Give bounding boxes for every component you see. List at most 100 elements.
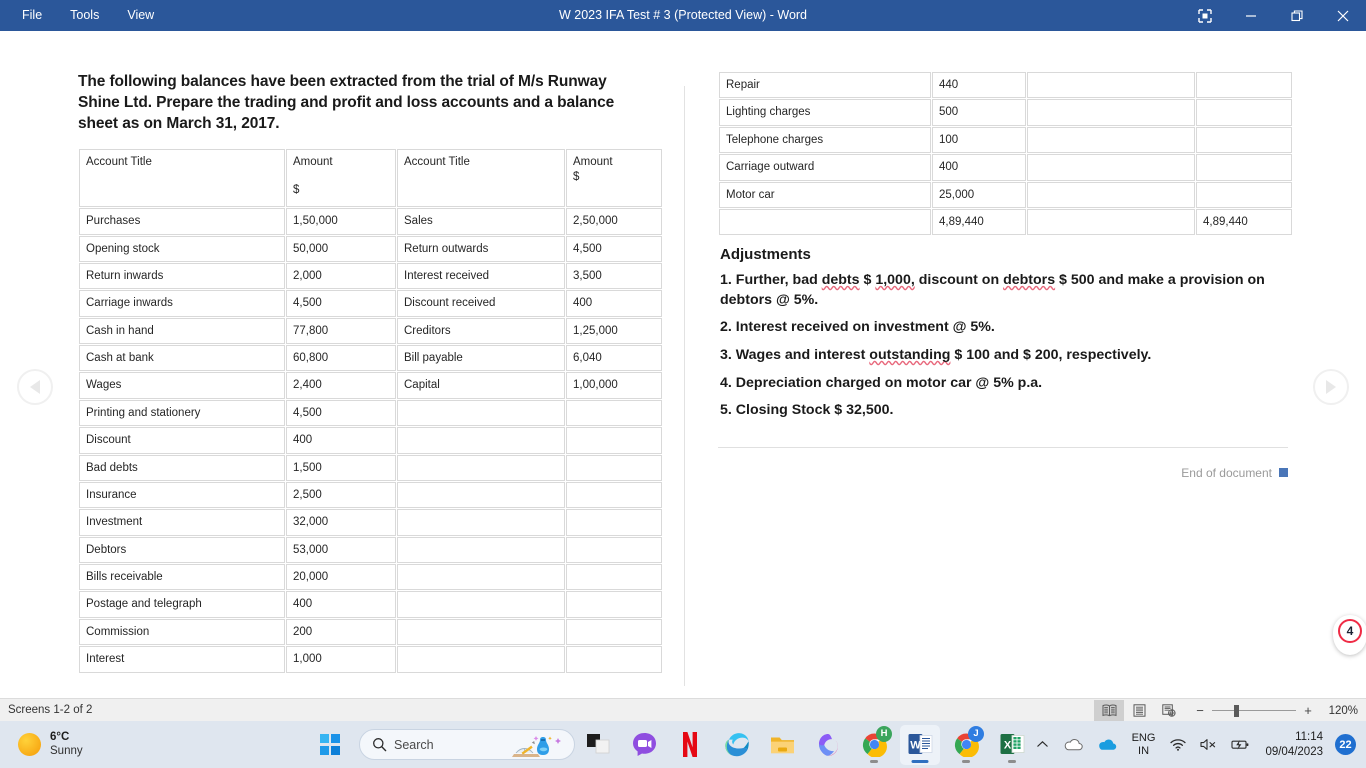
search-input-placeholder[interactable]: Search — [394, 738, 434, 752]
cell-c2: 1,50,000 — [286, 208, 396, 235]
table-row: 4,89,440 4,89,440 — [719, 208, 1292, 236]
cell-c4: 4,89,440 — [1196, 208, 1292, 236]
clock-date: 09/04/2023 — [1265, 745, 1323, 758]
table-row: Carriage inwards 4,500 Discount received 40… — [79, 290, 662, 317]
table-row: Discount 400 — [79, 427, 662, 454]
notification-badge[interactable]: 22 — [1335, 734, 1356, 755]
cell-c2: 4,500 — [286, 399, 396, 427]
battery-charging-icon[interactable] — [1224, 738, 1257, 751]
cell-c1: Cash at bank — [79, 345, 285, 372]
cell-c3 — [397, 536, 565, 564]
adjustment-item: 2. Interest received on investment @ 5%. — [720, 319, 995, 336]
table-header-row: Account Title Amount $ Account Title Amo… — [79, 149, 662, 208]
file-explorer-icon[interactable] — [762, 725, 802, 765]
close-icon[interactable] — [1320, 0, 1366, 31]
zoom-control: − + — [1194, 703, 1314, 718]
powerpoint-icon[interactable] — [578, 725, 618, 765]
onedrive-work-icon[interactable] — [1090, 738, 1124, 751]
cell-c2: 100 — [932, 126, 1026, 154]
zoom-slider[interactable] — [1212, 704, 1296, 717]
chrome-profile-badge: H — [876, 725, 892, 742]
table-row: Bills receivable 20,000 — [79, 564, 662, 591]
previous-screen-button[interactable] — [17, 369, 53, 405]
chevron-left-icon — [30, 380, 40, 394]
chrome-icon[interactable]: J — [946, 725, 986, 765]
cell-c3 — [1027, 99, 1195, 126]
cell-c4: 2,50,000 — [566, 208, 662, 235]
running-indicator — [962, 759, 970, 763]
taskbar-search-box[interactable]: Search — [359, 729, 575, 760]
table-row: Carriage outward 400 — [719, 154, 1292, 181]
taskbar-clock[interactable]: 11:14 09/04/2023 — [1257, 730, 1331, 760]
cell-c1: Wages — [79, 372, 285, 399]
zoom-in-button[interactable]: + — [1302, 703, 1314, 718]
cell-c1 — [719, 208, 931, 236]
chrome-icon[interactable]: H — [854, 725, 894, 765]
cell-c3: Interest received — [397, 262, 565, 290]
cell-c2: 4,89,440 — [932, 208, 1026, 236]
taskbar-center-group: Search H W J X — [313, 721, 1035, 768]
cell-c2: 1,000 — [286, 646, 396, 673]
cell-c1: Debtors — [79, 536, 285, 564]
cell-c4 — [566, 646, 662, 673]
show-hidden-icons-button[interactable] — [1029, 740, 1056, 749]
cell-c1: Opening stock — [79, 235, 285, 262]
recorder-count-badge[interactable]: 4 — [1338, 619, 1362, 643]
view-print-layout-button[interactable] — [1124, 700, 1154, 722]
view-web-layout-button[interactable] — [1154, 700, 1184, 722]
start-button[interactable] — [313, 726, 347, 764]
menu-view[interactable]: View — [113, 0, 168, 31]
onedrive-personal-icon[interactable] — [1056, 738, 1090, 751]
document-reading-area: The following balances have been extract… — [0, 31, 1366, 698]
cell-c3 — [1027, 72, 1195, 99]
cell-c2: 2,400 — [286, 372, 396, 399]
cell-c3: Return outwards — [397, 235, 565, 262]
cell-c4 — [566, 509, 662, 536]
cell-c1: Discount — [79, 427, 285, 454]
ribbon-display-options-icon[interactable] — [1182, 0, 1228, 31]
cell-c4: 1,00,000 — [566, 372, 662, 399]
cell-c2: 20,000 — [286, 564, 396, 591]
microsoft-365-icon[interactable] — [808, 725, 848, 765]
window-title: W 2023 IFA Test # 3 (Protected View) - W… — [558, 8, 808, 22]
minimize-icon[interactable] — [1228, 0, 1274, 31]
cell-c4 — [566, 454, 662, 481]
cell-c2: 400 — [286, 591, 396, 618]
netflix-icon[interactable] — [670, 725, 710, 765]
adjustments-list: 1. Further, bad debts $ 1,000, discount … — [718, 271, 1288, 421]
menu-tools[interactable]: Tools — [56, 0, 113, 31]
edge-icon[interactable] — [716, 725, 756, 765]
next-screen-button[interactable] — [1313, 369, 1349, 405]
messenger-icon[interactable] — [624, 725, 664, 765]
zoom-level-label[interactable]: 120% — [1322, 705, 1358, 717]
cell-c1: Interest — [79, 646, 285, 673]
cell-c3 — [397, 509, 565, 536]
windows-logo-icon — [319, 734, 341, 755]
end-of-document-rule — [718, 446, 1288, 448]
windows-taskbar: 6°C Sunny Search H W J X ENG IN 11:14 09… — [0, 721, 1366, 768]
table-row: Debtors 53,000 — [79, 536, 662, 564]
restore-icon[interactable] — [1274, 0, 1320, 31]
volume-muted-icon[interactable] — [1193, 738, 1224, 751]
zoom-out-button[interactable]: − — [1194, 703, 1206, 718]
view-read-mode-button[interactable] — [1094, 699, 1124, 722]
language-indicator[interactable]: ENG IN — [1124, 732, 1164, 757]
status-screens-count: Screens 1-2 of 2 — [8, 704, 93, 716]
end-of-document-label: End of document — [1181, 465, 1272, 480]
adjustment-item: 3. Wages and interest outstanding $ 100 … — [720, 347, 1152, 364]
table-row: Commission 200 — [79, 618, 662, 646]
table-row: Investment 32,000 — [79, 509, 662, 536]
cell-c4: 4,500 — [566, 235, 662, 262]
zoom-slider-thumb[interactable] — [1234, 704, 1239, 717]
screen-recorder-widget[interactable]: 4 — [1333, 615, 1366, 655]
taskbar-weather-widget[interactable]: 6°C Sunny — [18, 731, 83, 758]
cell-c3: Discount received — [397, 290, 565, 317]
menu-file[interactable]: File — [8, 0, 56, 31]
wifi-icon[interactable] — [1163, 738, 1193, 751]
word-icon[interactable]: W — [900, 724, 940, 765]
cell-c2: 1,500 — [286, 454, 396, 481]
cell-c1: Bills receivable — [79, 564, 285, 591]
excel-icon[interactable]: X — [992, 725, 1032, 765]
cell-c3 — [397, 646, 565, 673]
status-bar-right-group: − + 120% — [1094, 699, 1358, 722]
